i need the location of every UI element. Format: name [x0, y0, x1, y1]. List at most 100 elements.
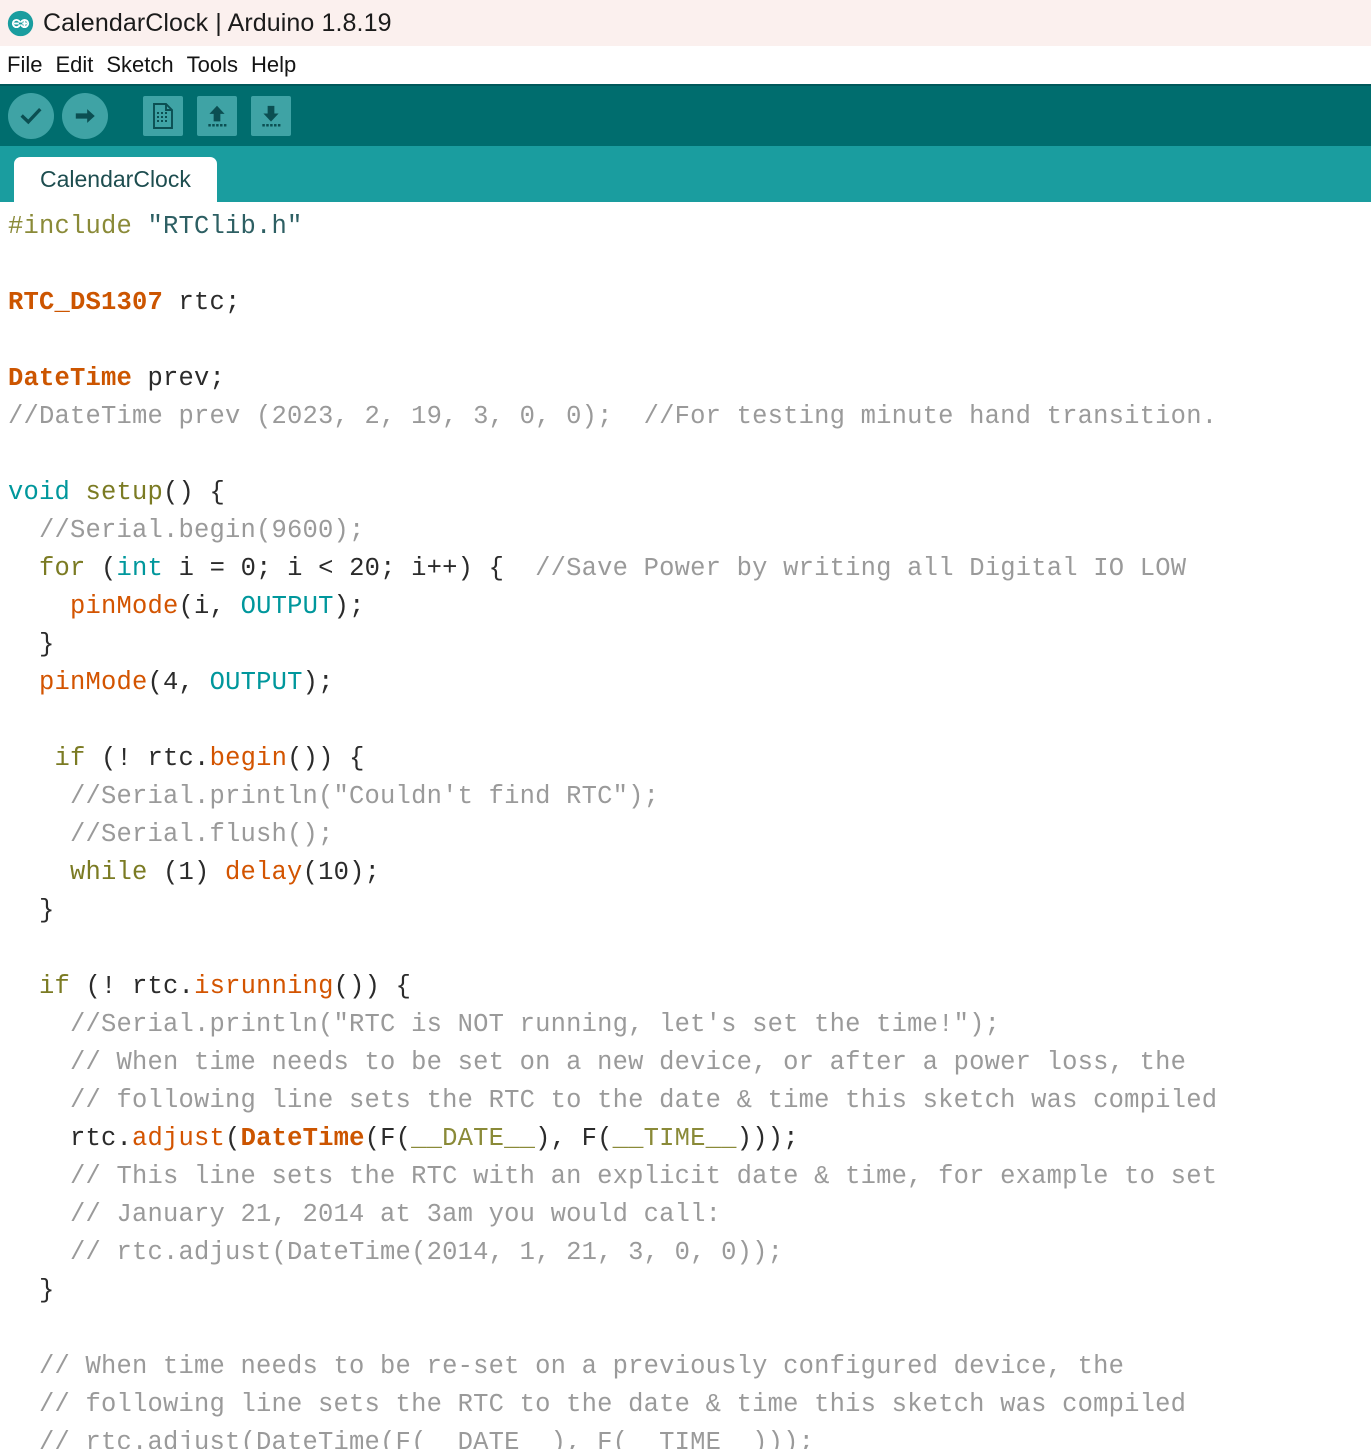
code-line: //Serial.println("RTC is NOT running, le…: [8, 1006, 1371, 1044]
code-line: }: [8, 1272, 1371, 1310]
code-token: // When time needs to be set on a new de…: [8, 1048, 1187, 1077]
code-line: void setup() {: [8, 474, 1371, 512]
tab-strip: CalendarClock: [0, 146, 1371, 202]
save-sketch-button[interactable]: [248, 93, 294, 139]
new-file-icon: [143, 96, 183, 136]
code-token: for: [39, 554, 86, 583]
code-line: rtc.adjust(DateTime(F(__DATE__), F(__TIM…: [8, 1120, 1371, 1158]
code-token: }: [8, 896, 55, 925]
tab-label: CalendarClock: [40, 165, 191, 192]
code-token: ()) {: [333, 972, 412, 1001]
code-token: __DATE__: [411, 1124, 536, 1153]
code-token: (: [85, 554, 117, 583]
code-token: }: [8, 630, 55, 659]
menu-item-sketch[interactable]: Sketch: [106, 52, 173, 78]
code-token: // following line sets the RTC to the da…: [8, 1086, 1218, 1115]
code-token: if: [39, 972, 71, 1001]
code-token: //Serial.begin(9600);: [8, 516, 365, 545]
code-line: // January 21, 2014 at 3am you would cal…: [8, 1196, 1371, 1234]
code-line: // This line sets the RTC with an explic…: [8, 1158, 1371, 1196]
code-token: #include: [8, 212, 148, 241]
code-token: () {: [163, 478, 226, 507]
menu-item-edit[interactable]: Edit: [55, 52, 93, 78]
code-line: #include "RTClib.h": [8, 208, 1371, 246]
code-editor[interactable]: #include "RTClib.h" RTC_DS1307 rtc; Date…: [0, 202, 1371, 1449]
menu-item-file[interactable]: File: [7, 52, 42, 78]
code-line: // rtc.adjust(DateTime(F(__DATE__), F(__…: [8, 1424, 1371, 1449]
menu-bar: File Edit Sketch Tools Help: [0, 46, 1371, 84]
toolbar: [0, 84, 1371, 146]
code-token: while: [70, 858, 148, 887]
code-line: //Serial.println("Couldn't find RTC");: [8, 778, 1371, 816]
window-title: CalendarClock | Arduino 1.8.19: [43, 8, 392, 37]
code-line: // following line sets the RTC to the da…: [8, 1082, 1371, 1120]
code-line: }: [8, 626, 1371, 664]
code-token: // following line sets the RTC to the da…: [8, 1390, 1187, 1419]
code-line: // rtc.adjust(DateTime(2014, 1, 21, 3, 0…: [8, 1234, 1371, 1272]
code-token: if: [54, 744, 86, 773]
code-line: pinMode(4, OUTPUT);: [8, 664, 1371, 702]
code-token: RTC_DS1307: [8, 288, 164, 317]
code-token: // January 21, 2014 at 3am you would cal…: [8, 1200, 722, 1229]
code-line: // When time needs to be set on a new de…: [8, 1044, 1371, 1082]
tab-calendarclock[interactable]: CalendarClock: [14, 156, 217, 202]
code-line: }: [8, 892, 1371, 930]
code-token: (! rtc.: [70, 972, 195, 1001]
code-line: if (! rtc.isrunning()) {: [8, 968, 1371, 1006]
menu-item-tools[interactable]: Tools: [187, 52, 238, 78]
code-token: "RTClib.h": [147, 212, 303, 241]
code-line: //Serial.begin(9600);: [8, 512, 1371, 550]
code-token: OUTPUT: [209, 668, 303, 697]
code-token: (i,: [178, 592, 241, 621]
code-token: );: [333, 592, 365, 621]
code-token: //Serial.println("RTC is NOT running, le…: [8, 1010, 1001, 1039]
code-token: __TIME__: [612, 1124, 737, 1153]
arduino-infinity-icon: [7, 10, 34, 36]
code-token: OUTPUT: [240, 592, 334, 621]
code-token: (4,: [147, 668, 210, 697]
code-token: void: [8, 478, 71, 507]
code-token: rtc.: [8, 1124, 133, 1153]
upload-button[interactable]: [62, 93, 108, 139]
upload-arrow-icon: [62, 93, 108, 139]
verify-button[interactable]: [8, 93, 54, 139]
code-token: );: [302, 668, 334, 697]
code-content[interactable]: #include "RTClib.h" RTC_DS1307 rtc; Date…: [8, 208, 1371, 1449]
new-sketch-button[interactable]: [140, 93, 186, 139]
code-token: int: [116, 554, 164, 583]
code-token: (F(: [364, 1124, 412, 1153]
code-token: //Save Power by writing all Digital IO L…: [535, 554, 1187, 583]
code-token: // When time needs to be re-set on a pre…: [8, 1352, 1125, 1381]
code-token: ), F(: [535, 1124, 613, 1153]
code-line: pinMode(i, OUTPUT);: [8, 588, 1371, 626]
open-sketch-button[interactable]: [194, 93, 240, 139]
code-line: DateTime prev;: [8, 360, 1371, 398]
code-token: pinMode: [70, 592, 179, 621]
code-token: (: [225, 1124, 241, 1153]
title-bar: CalendarClock | Arduino 1.8.19: [0, 0, 1371, 46]
code-line: while (1) delay(10);: [8, 854, 1371, 892]
code-token: }: [8, 1276, 55, 1305]
menu-item-help[interactable]: Help: [251, 52, 296, 78]
code-token: )));: [736, 1124, 799, 1153]
code-token: // rtc.adjust(DateTime(2014, 1, 21, 3, 0…: [8, 1238, 784, 1267]
code-token: pinMode: [39, 668, 148, 697]
code-token: setup: [85, 478, 164, 507]
verify-check-icon: [8, 93, 54, 139]
code-line: //Serial.flush();: [8, 816, 1371, 854]
code-token: (10);: [302, 858, 381, 887]
code-line: // following line sets the RTC to the da…: [8, 1386, 1371, 1424]
code-line: for (int i = 0; i < 20; i++) { //Save Po…: [8, 550, 1371, 588]
code-token: delay: [225, 858, 303, 887]
code-token: rtc;: [163, 288, 241, 317]
